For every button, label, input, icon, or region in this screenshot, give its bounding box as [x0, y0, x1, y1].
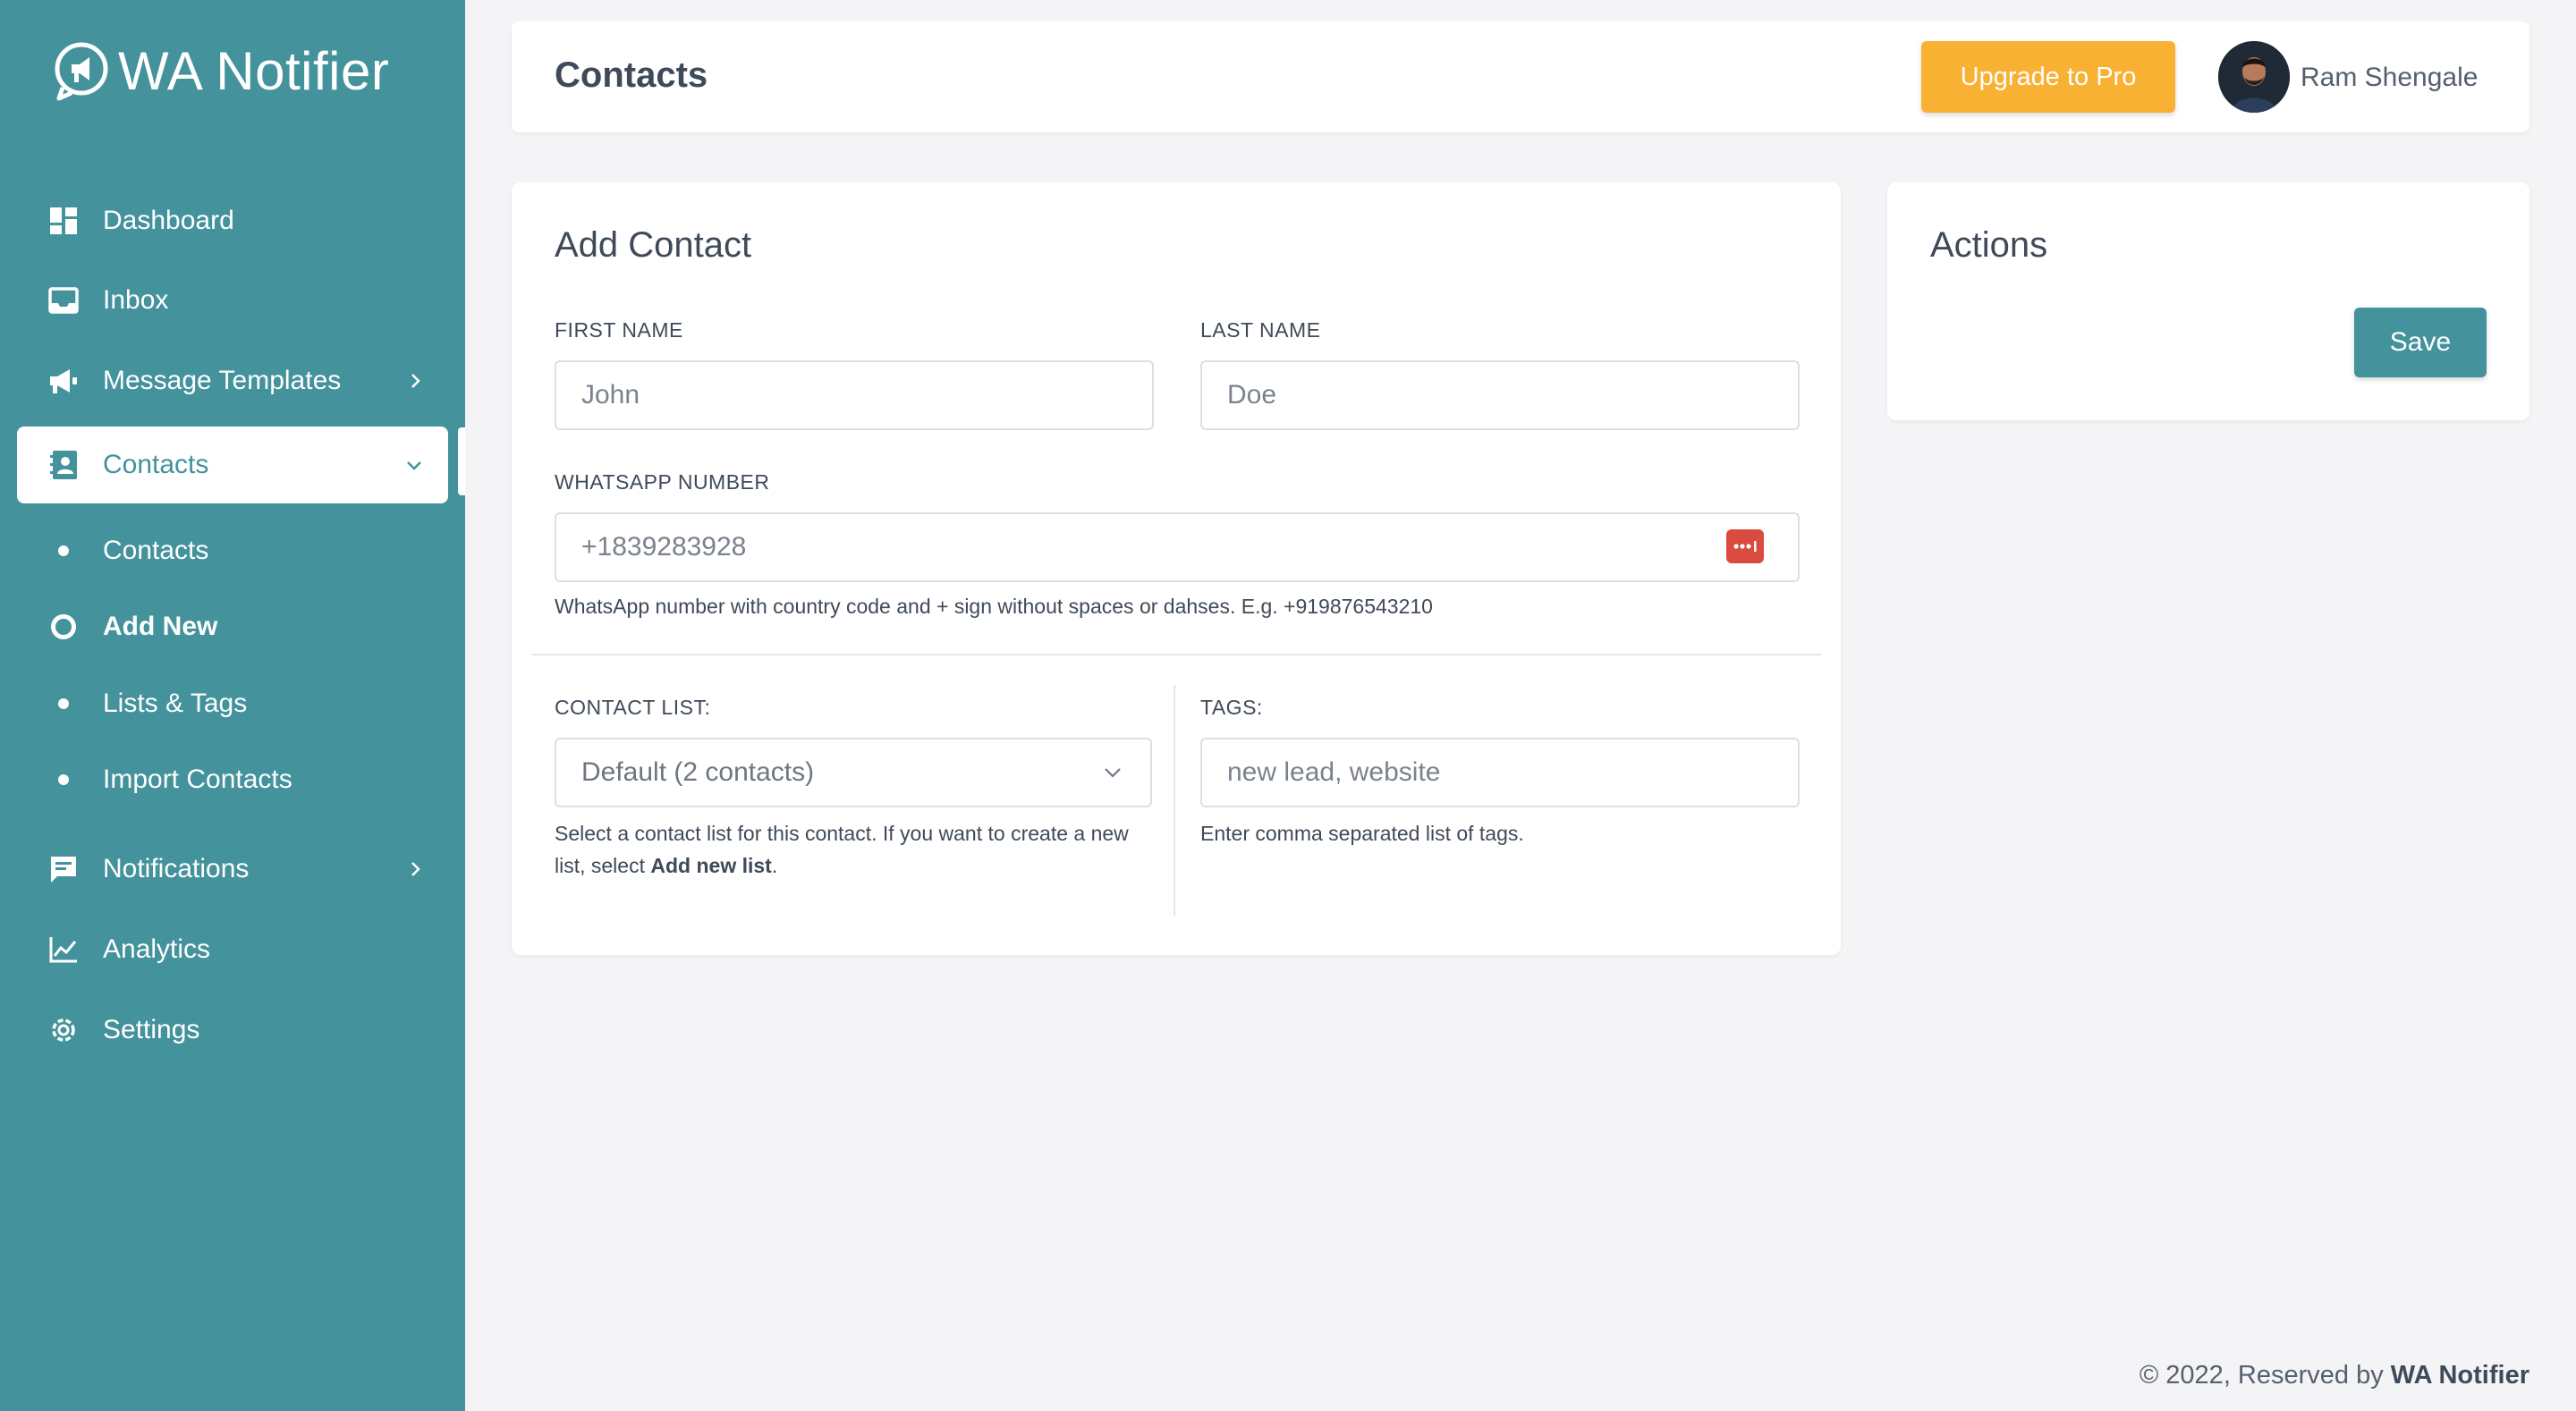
bullet-icon — [58, 545, 69, 556]
sidebar-subitem-label: Lists & Tags — [103, 689, 248, 718]
whatsapp-help-text: WhatsApp number with country code and + … — [555, 595, 1433, 618]
contact-card-icon — [48, 450, 79, 480]
gear-icon — [48, 1015, 79, 1045]
brand-name: WA Notifier — [118, 40, 390, 101]
sidebar-item-label: Analytics — [103, 934, 211, 964]
page-title: Contacts — [555, 55, 708, 95]
brand-logo[interactable]: WA Notifier — [50, 39, 389, 102]
card-title: Actions — [1930, 225, 2048, 265]
card-title: Add Contact — [555, 225, 752, 265]
sidebar-item-notifications[interactable]: Notifications — [0, 832, 465, 907]
first-name-input[interactable] — [555, 360, 1154, 430]
last-name-label: LAST NAME — [1200, 318, 1321, 342]
sidebar-item-contacts[interactable]: Contacts — [17, 427, 448, 503]
tags-label: TAGS: — [1200, 696, 1263, 719]
sidebar-subitem-label: Import Contacts — [103, 765, 292, 794]
add-contact-card: Add Contact FIRST NAME LAST NAME WHATSAP… — [512, 182, 1841, 955]
bullet-icon — [58, 698, 69, 709]
footer: © 2022, Reserved by WA Notifier — [2139, 1361, 2529, 1390]
sidebar-item-settings[interactable]: Settings — [0, 993, 465, 1068]
ring-bullet-icon — [51, 614, 76, 639]
chevron-right-icon — [411, 374, 420, 388]
top-header: Contacts Upgrade to Pro Ram Shengale — [512, 21, 2529, 132]
sidebar-item-label: Inbox — [103, 285, 169, 315]
sidebar-subitem-label: Add New — [103, 612, 218, 641]
sidebar-subitem-lists-tags[interactable]: Lists & Tags — [0, 672, 465, 735]
sidebar-item-label: Contacts — [103, 450, 209, 479]
sidebar-subitem-contacts[interactable]: Contacts — [0, 520, 465, 582]
sidebar-subitem-label: Contacts — [103, 536, 209, 565]
upgrade-to-pro-button[interactable]: Upgrade to Pro — [1921, 41, 2175, 113]
whatsapp-megaphone-icon — [55, 42, 108, 101]
whatsapp-number-input[interactable] — [555, 512, 1800, 582]
password-manager-icon[interactable] — [1726, 529, 1764, 563]
tags-input[interactable] — [1200, 738, 1800, 807]
inbox-icon — [48, 285, 79, 316]
divider — [531, 654, 1821, 655]
sidebar-item-label: Message Templates — [103, 366, 342, 395]
sidebar-item-label: Notifications — [103, 854, 250, 883]
contact-list-help-text: Select a contact list for this contact. … — [555, 822, 1129, 877]
sidebar-item-dashboard[interactable]: Dashboard — [0, 183, 465, 258]
chevron-right-icon — [411, 862, 420, 876]
active-indicator — [458, 427, 465, 495]
sidebar-item-message-templates[interactable]: Message Templates — [0, 343, 465, 418]
sidebar-item-label: Dashboard — [103, 206, 234, 235]
user-name[interactable]: Ram Shengale — [2301, 63, 2478, 93]
avatar[interactable] — [2218, 41, 2290, 113]
contact-list-select[interactable]: Default (2 contacts) — [555, 738, 1152, 807]
contact-list-value: Default (2 contacts) — [581, 757, 815, 787]
sidebar-subitem-add-new[interactable]: Add New — [0, 596, 465, 658]
sidebar-subitem-import-contacts[interactable]: Import Contacts — [0, 748, 465, 811]
chevron-down-icon — [407, 461, 421, 470]
bullet-icon — [58, 774, 69, 785]
contact-list-label: CONTACT LIST: — [555, 696, 711, 719]
dashboard-icon — [48, 206, 79, 236]
whatsapp-number-label: WHATSAPP NUMBER — [555, 470, 770, 494]
footer-brand[interactable]: WA Notifier — [2391, 1361, 2529, 1390]
sidebar-item-analytics[interactable]: Analytics — [0, 912, 465, 987]
megaphone-icon — [48, 366, 79, 396]
tags-help-text: Enter comma separated list of tags. — [1200, 822, 1524, 845]
sidebar-item-label: Settings — [103, 1015, 200, 1044]
sidebar-item-inbox[interactable]: Inbox — [0, 263, 465, 338]
last-name-input[interactable] — [1200, 360, 1800, 430]
chat-icon — [48, 854, 79, 884]
save-button[interactable]: Save — [2354, 308, 2487, 377]
first-name-label: FIRST NAME — [555, 318, 683, 342]
chart-icon — [48, 934, 79, 965]
actions-card: Actions Save — [1887, 182, 2529, 420]
chevron-down-icon — [1105, 768, 1121, 778]
vertical-divider — [1174, 685, 1175, 916]
sidebar: WA Notifier Dashboard Inbox Message Temp… — [0, 0, 465, 1411]
